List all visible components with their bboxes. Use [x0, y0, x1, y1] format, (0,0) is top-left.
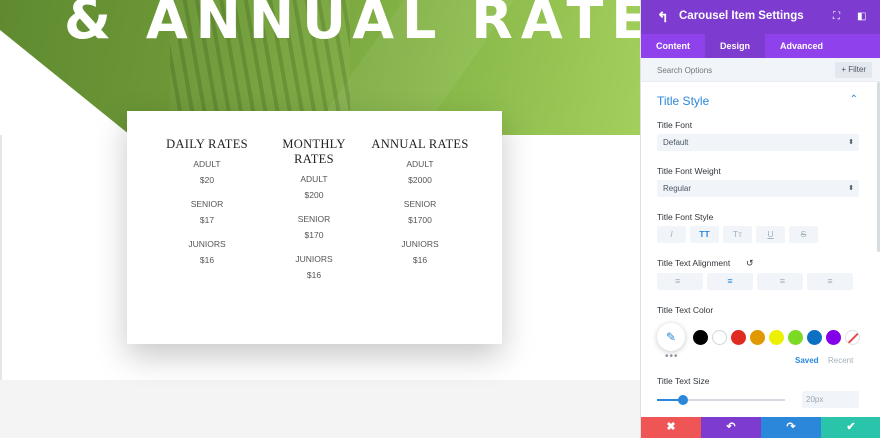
rate-label: SENIOR	[297, 214, 331, 224]
panel-footer: ✖ ↶ ↷ ✔	[641, 417, 880, 438]
rate-label: SENIOR	[403, 199, 437, 209]
title-font-weight-value: Regular	[663, 184, 692, 193]
font-style-buttons: I TT Tт U S	[657, 226, 818, 243]
color-swatches	[693, 330, 860, 345]
rate-column-annual[interactable]: ANNUAL RATES ADULT $2000 SENIOR $1700 JU…	[370, 137, 470, 279]
swatch-white[interactable]	[712, 330, 727, 345]
rate-label: ADULT	[406, 159, 434, 169]
settings-panel: ↰ Carousel Item Settings ⛶ ◧ Content Des…	[640, 0, 880, 438]
rate-item: SENIOR $17	[157, 199, 257, 225]
more-options-icon[interactable]: •••	[665, 351, 679, 362]
rate-price: $170	[304, 230, 324, 240]
text-size-input[interactable]	[802, 391, 859, 408]
title-font-value: Default	[663, 138, 689, 147]
page-preview: & ANNUAL RATES DAILY RATES ADULT $20 SEN…	[0, 0, 640, 438]
reset-icon[interactable]: ↺	[746, 258, 754, 269]
tab-advanced[interactable]: Advanced	[765, 34, 838, 58]
eyedropper-icon[interactable]: ✎	[657, 323, 685, 351]
select-arrow-icon: ⬍	[848, 185, 854, 192]
chevron-up-icon[interactable]: ⌃	[850, 94, 858, 105]
rate-label: ADULT	[193, 159, 221, 169]
rate-label: JUNIORS	[295, 254, 333, 264]
cancel-button[interactable]: ✖	[641, 417, 701, 438]
expand-icon[interactable]: ⛶	[833, 11, 840, 22]
rate-column-monthly[interactable]: MONTHLY RATES ADULT $200 SENIOR $170 JUN…	[265, 137, 363, 294]
rate-label: SENIOR	[190, 199, 224, 209]
saved-colors-link[interactable]: Saved	[795, 356, 819, 365]
rate-column-daily[interactable]: DAILY RATES ADULT $20 SENIOR $17 JUNIORS…	[157, 137, 257, 279]
panel-header: ↰ Carousel Item Settings ⛶ ◧	[641, 0, 880, 34]
section-title: Title Style	[657, 94, 710, 108]
rate-item: JUNIORS $16	[157, 239, 257, 265]
strikethrough-button[interactable]: S	[789, 226, 818, 243]
select-arrow-icon: ⬍	[848, 139, 854, 146]
rate-label: JUNIORS	[401, 239, 439, 249]
rate-item: SENIOR $1700	[370, 199, 470, 225]
back-icon[interactable]: ↰	[657, 9, 669, 26]
rate-heading: ANNUAL RATES	[371, 137, 469, 151]
swatch-blue[interactable]	[807, 330, 822, 345]
rate-label: ADULT	[300, 174, 328, 184]
swatch-green[interactable]	[788, 330, 803, 345]
rate-price: $2000	[408, 175, 432, 185]
title-font-weight-select[interactable]: Regular ⬍	[657, 180, 859, 197]
title-style-section-header[interactable]: Title Style ⌃	[641, 82, 880, 116]
rate-price: $200	[304, 190, 324, 200]
hero-title: & ANNUAL RATES	[64, 0, 640, 51]
rate-price: $17	[199, 215, 215, 225]
rate-item: SENIOR $170	[265, 214, 363, 240]
rate-heading: MONTHLY RATES	[282, 137, 346, 166]
rate-item: ADULT $2000	[370, 159, 470, 185]
swatch-red[interactable]	[731, 330, 746, 345]
rate-label: JUNIORS	[188, 239, 226, 249]
rate-price: $1700	[408, 215, 432, 225]
swatch-black[interactable]	[693, 330, 708, 345]
footer-band	[0, 380, 640, 438]
rate-price: $16	[412, 255, 428, 265]
filter-button[interactable]: + Filter	[835, 62, 872, 78]
text-size-slider[interactable]	[657, 395, 785, 405]
redo-button[interactable]: ↷	[761, 417, 821, 438]
save-button[interactable]: ✔	[821, 417, 880, 438]
align-right-button[interactable]: ≡	[757, 273, 803, 290]
align-justify-button[interactable]: ≡	[807, 273, 853, 290]
tab-design[interactable]: Design	[705, 34, 766, 58]
rate-item: ADULT $20	[157, 159, 257, 185]
align-center-button[interactable]: ≡	[707, 273, 753, 290]
rate-item: ADULT $200	[265, 174, 363, 200]
rate-item: JUNIORS $16	[265, 254, 363, 280]
swatch-purple[interactable]	[826, 330, 841, 345]
search-row: + Filter	[641, 58, 880, 82]
underline-button[interactable]: U	[756, 226, 785, 243]
tab-content[interactable]: Content	[641, 34, 705, 58]
uppercase-button[interactable]: TT	[690, 226, 719, 243]
title-text-size-label: Title Text Size	[657, 376, 710, 386]
panel-tabs: Content Design Advanced	[641, 34, 880, 58]
capitalize-button[interactable]: Tт	[723, 226, 752, 243]
rates-card[interactable]: DAILY RATES ADULT $20 SENIOR $17 JUNIORS…	[127, 111, 502, 344]
swatch-none[interactable]	[845, 330, 860, 345]
title-font-weight-label: Title Font Weight	[657, 166, 721, 176]
rate-price: $16	[199, 255, 215, 265]
title-font-label: Title Font	[657, 120, 693, 130]
rate-item: JUNIORS $16	[370, 239, 470, 265]
slider-handle[interactable]	[677, 395, 688, 405]
rate-price: $20	[199, 175, 215, 185]
align-left-button[interactable]: ≡	[657, 273, 703, 290]
title-text-alignment-label: Title Text Alignment	[657, 258, 731, 268]
undo-button[interactable]: ↶	[701, 417, 761, 438]
recent-colors-link[interactable]: Recent	[828, 356, 853, 365]
title-font-select[interactable]: Default ⬍	[657, 134, 859, 151]
title-font-style-label: Title Font Style	[657, 212, 714, 222]
italic-button[interactable]: I	[657, 226, 686, 243]
sidebar-layout-icon[interactable]: ◧	[857, 11, 866, 22]
swatch-orange[interactable]	[750, 330, 765, 345]
alignment-buttons: ≡ ≡ ≡ ≡	[657, 273, 853, 290]
search-options-input[interactable]	[657, 62, 817, 78]
panel-title: Carousel Item Settings	[679, 10, 804, 22]
rate-heading: DAILY RATES	[166, 137, 248, 151]
rate-price: $16	[306, 270, 322, 280]
swatch-yellow[interactable]	[769, 330, 784, 345]
title-text-color-label: Title Text Color	[657, 305, 714, 315]
